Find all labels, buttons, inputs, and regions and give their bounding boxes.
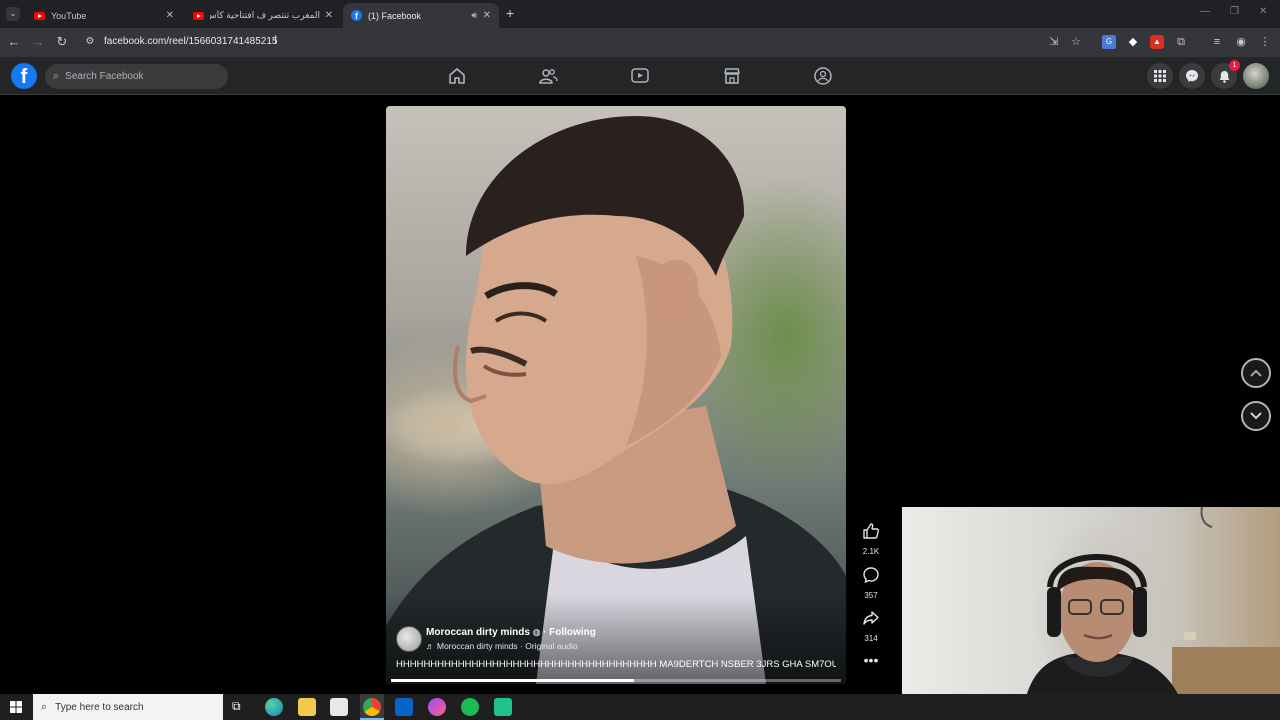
chrome-menu-icon[interactable]: ⋮: [1258, 35, 1272, 49]
media-control-icon[interactable]: ≡: [1210, 35, 1224, 49]
extension-diamond-icon[interactable]: ◆: [1126, 35, 1140, 49]
messenger-button[interactable]: [1179, 63, 1205, 89]
forward-icon[interactable]: →: [30, 34, 46, 50]
author-name[interactable]: Moroccan dirty minds: [426, 627, 530, 638]
restore-icon[interactable]: ❐: [1230, 6, 1239, 17]
speaker-icon[interactable]: 🔊︎: [471, 10, 477, 21]
home-icon[interactable]: [447, 66, 467, 86]
marketplace-icon[interactable]: [722, 66, 742, 86]
mail-icon[interactable]: [395, 698, 413, 716]
author-avatar[interactable]: [396, 626, 422, 652]
tab-youtube[interactable]: YouTube ✕: [26, 3, 182, 28]
notification-badge: 1: [1229, 60, 1240, 71]
facebook-header: f ⌕ Search Facebook 1: [0, 57, 1280, 95]
video-progress-bar[interactable]: [391, 679, 841, 682]
new-tab-button[interactable]: +: [506, 5, 514, 21]
extensions-puzzle-icon[interactable]: ⧉: [1174, 35, 1188, 49]
close-icon[interactable]: ✕: [325, 10, 333, 21]
comment-button[interactable]: 357: [856, 566, 886, 600]
tab-youtube-2[interactable]: المغرب تنتصر ف افتتاحية كأس الأ ✕: [185, 3, 341, 28]
bookmark-star-icon[interactable]: ☆: [1069, 35, 1083, 49]
audio-label[interactable]: Moroccan dirty minds · Original audio: [437, 641, 578, 651]
windows-taskbar: ⌕ Type here to search ⧉: [0, 694, 1280, 720]
next-reel-button[interactable]: [1241, 401, 1271, 431]
comment-icon: [863, 567, 879, 584]
bell-icon: [1219, 70, 1229, 83]
chrome-icon[interactable]: [363, 698, 381, 716]
tab-label: YouTube: [51, 10, 87, 21]
video-progress-fill: [391, 679, 634, 682]
browser-toolbar: ← → ↻ ⚙ facebook.com/reel/15660317414852…: [0, 28, 1280, 57]
taskbar-search[interactable]: ⌕ Type here to search: [33, 694, 223, 720]
edge-icon[interactable]: [265, 698, 283, 716]
back-icon[interactable]: ←: [6, 34, 22, 50]
share-icon: [863, 611, 879, 625]
task-view-icon[interactable]: ⧉: [232, 699, 241, 714]
messenger-app-icon[interactable]: [428, 698, 446, 716]
more-dots-icon: •••: [863, 652, 879, 668]
reel-caption: HHHHHHHHHHHHHHHHHHHHHHHHHHHHHHHHHHHHHH M…: [396, 659, 836, 670]
address-bar-url[interactable]: facebook.com/reel/1566031741485215: [104, 36, 277, 47]
facebook-logo-icon[interactable]: f: [11, 63, 37, 89]
webcam-overlay: [902, 507, 1280, 720]
install-app-icon[interactable]: ⇲: [1047, 35, 1061, 49]
following-label[interactable]: · Following: [543, 627, 596, 638]
caption-gradient: [386, 594, 846, 684]
spotify-icon[interactable]: [461, 698, 479, 716]
green-app-icon[interactable]: [494, 698, 512, 716]
audio-info[interactable]: ♬ Moroccan dirty minds · Original audio: [426, 641, 578, 651]
search-input[interactable]: [65, 71, 216, 82]
music-note-icon: ♬: [426, 641, 437, 651]
chevron-up-icon: [1250, 369, 1262, 377]
close-window-icon[interactable]: ✕: [1259, 6, 1267, 17]
taskbar-search-placeholder[interactable]: Type here to search: [55, 702, 143, 713]
search-icon: ⌕: [41, 700, 48, 713]
microsoft-store-icon[interactable]: [330, 698, 348, 716]
notifications-button[interactable]: 1: [1211, 60, 1240, 89]
watch-video-icon[interactable]: [630, 66, 650, 86]
thumbs-up-icon: [863, 523, 879, 539]
tab-label: (1) Facebook: [368, 10, 422, 21]
comment-count: 357: [864, 591, 878, 600]
messenger-icon: [1186, 70, 1198, 82]
translate-extension-icon[interactable]: G: [1102, 35, 1116, 49]
previous-reel-button[interactable]: [1241, 358, 1271, 388]
youtube-icon: [34, 11, 45, 20]
reel-author[interactable]: Moroccan dirty minds ◍ · Following: [426, 627, 596, 638]
reload-icon[interactable]: ↻: [54, 34, 70, 50]
close-icon[interactable]: ✕: [483, 10, 491, 21]
windows-start-icon[interactable]: [10, 701, 22, 713]
menu-grid-button[interactable]: [1147, 63, 1173, 89]
like-button[interactable]: 2.1K: [856, 522, 886, 556]
more-options-button[interactable]: •••: [856, 653, 886, 667]
account-avatar[interactable]: [1243, 63, 1269, 89]
extension-red-icon[interactable]: ▲: [1150, 35, 1164, 49]
tab-facebook[interactable]: f (1) Facebook 🔊︎ ✕: [343, 3, 499, 28]
file-explorer-icon[interactable]: [298, 698, 316, 716]
facebook-icon: f: [351, 10, 362, 21]
like-count: 2.1K: [862, 547, 880, 556]
share-count: 314: [864, 634, 878, 643]
facebook-search[interactable]: ⌕: [45, 64, 228, 89]
site-info-icon[interactable]: ⚙: [82, 34, 98, 50]
tab-search-chevron-icon[interactable]: ⌄: [6, 7, 20, 21]
minimize-icon[interactable]: —: [1200, 6, 1210, 17]
youtube-icon: [193, 11, 204, 20]
search-icon: ⌕: [53, 70, 60, 82]
text-cursor-icon: I: [274, 33, 278, 47]
profile-icon[interactable]: ◉: [1234, 35, 1248, 49]
tab-label: المغرب تنتصر ف افتتاحية كأس الأ: [210, 10, 320, 20]
grid-icon: [1154, 70, 1166, 82]
share-button[interactable]: 314: [856, 609, 886, 643]
close-icon[interactable]: ✕: [166, 10, 174, 21]
groups-icon[interactable]: [813, 66, 833, 86]
webcam-person: [1022, 507, 1280, 720]
friends-icon[interactable]: [538, 66, 558, 86]
chevron-down-icon: [1250, 412, 1262, 420]
globe-icon: ◍: [532, 627, 544, 637]
browser-tab-strip: ⌄ YouTube ✕ المغرب تنتصر ف افتتاحية كأس …: [0, 0, 1280, 28]
reel-video[interactable]: Moroccan dirty minds ◍ · Following ♬ Mor…: [386, 106, 846, 684]
